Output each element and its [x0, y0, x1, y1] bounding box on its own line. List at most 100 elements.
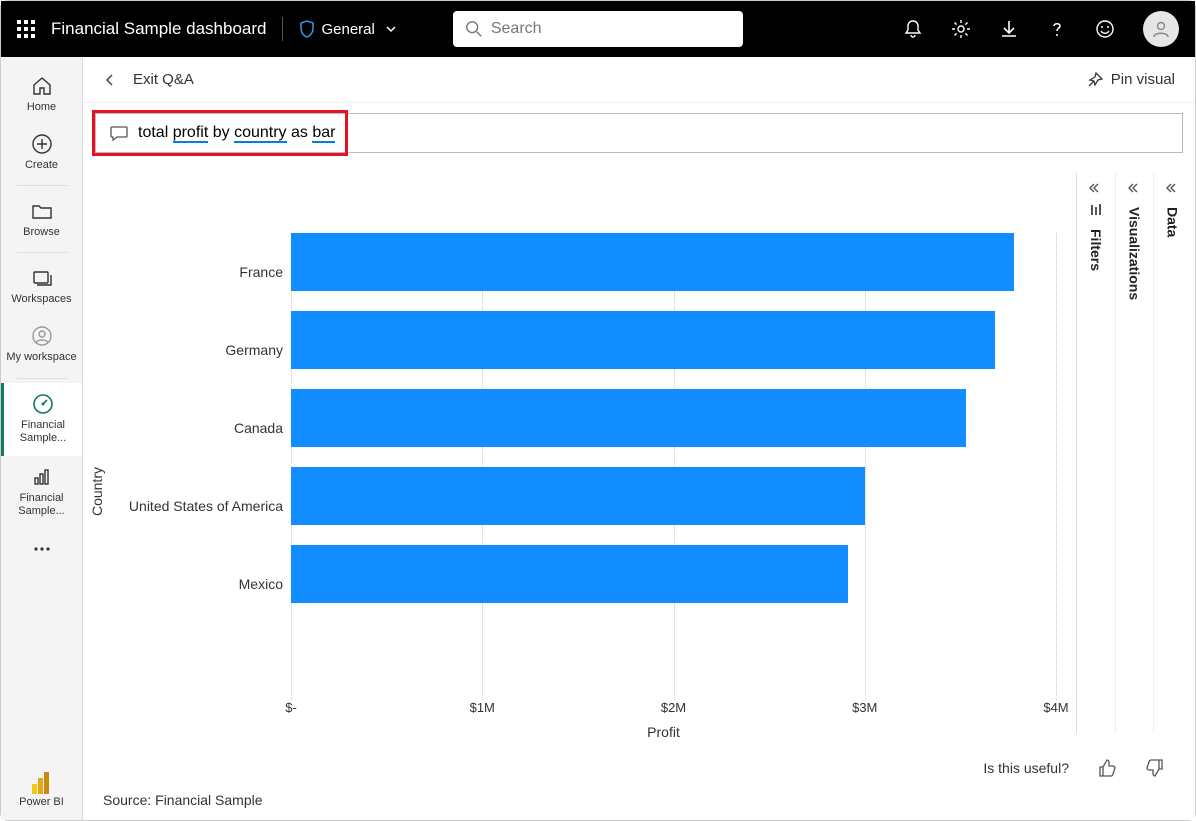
notifications-button[interactable] [903, 19, 923, 39]
chevron-left-icon [103, 73, 117, 87]
category-label: United States of America [111, 467, 291, 545]
brand-label: Power BI [19, 796, 64, 808]
right-panes: Filters Visualizations Data [1076, 173, 1191, 733]
filter-icon [1089, 203, 1103, 217]
category-label: Mexico [111, 545, 291, 623]
nav-dashboard-item[interactable]: Financial Sample... [1, 383, 82, 455]
ellipsis-icon [31, 538, 53, 560]
x-tick-label: $- [285, 700, 297, 715]
workspaces-icon [31, 267, 53, 289]
nav-home[interactable]: Home [1, 65, 82, 123]
bell-icon [903, 19, 923, 39]
pin-icon [1087, 72, 1103, 88]
data-pane[interactable]: Data [1153, 173, 1191, 733]
powerbi-brand[interactable]: Power BI [19, 770, 64, 808]
chevron-down-icon [385, 23, 397, 35]
pane-label: Visualizations [1127, 207, 1143, 300]
topbar-actions [903, 11, 1179, 47]
x-tick-label: $2M [661, 700, 686, 715]
nav-label: Home [27, 101, 56, 113]
search-input[interactable]: Search [453, 11, 743, 47]
main-content: Exit Q&A Pin visual total profit by coun… [83, 57, 1195, 820]
search-icon [465, 20, 483, 38]
bar-chart-icon [31, 466, 53, 488]
person-circle-icon [31, 325, 53, 347]
divider [282, 17, 283, 41]
nav-more[interactable] [1, 528, 82, 570]
nav-label: Financial Sample... [4, 419, 82, 445]
collapse-icon [1166, 181, 1180, 195]
download-icon [999, 19, 1019, 39]
x-tick-label: $1M [470, 700, 495, 715]
account-avatar[interactable] [1143, 11, 1179, 47]
shield-icon [299, 20, 315, 38]
nav-label: My workspace [6, 351, 76, 364]
gauge-icon [32, 393, 54, 415]
nav-label: Create [25, 159, 58, 171]
bar[interactable] [291, 467, 865, 525]
person-icon [1151, 19, 1171, 39]
pane-label: Filters [1088, 229, 1104, 271]
nav-label: Workspaces [11, 293, 71, 305]
nav-my-workspace[interactable]: My workspace [1, 315, 82, 374]
category-label: Canada [111, 389, 291, 467]
bar[interactable] [291, 233, 1014, 291]
plot-area: $-$1M$2M$3M$4M Profit [291, 183, 1056, 740]
nav-browse[interactable]: Browse [1, 190, 82, 248]
chart-visual[interactable]: Country France Germany Canada United Sta… [83, 163, 1076, 750]
thumbs-up-button[interactable] [1097, 758, 1117, 778]
nav-label: Financial Sample... [1, 492, 82, 518]
left-nav: Home Create Browse Workspaces My workspa… [1, 57, 83, 820]
settings-button[interactable] [951, 19, 971, 39]
y-axis-categories: France Germany Canada United States of A… [111, 183, 291, 740]
feedback-row: Is this useful? [83, 750, 1195, 786]
app-topbar: Financial Sample dashboard General Searc… [1, 1, 1195, 57]
bar[interactable] [291, 389, 966, 447]
collapse-icon [1128, 181, 1142, 195]
thumbs-down-icon [1145, 758, 1165, 778]
sensitivity-label: General [321, 21, 374, 38]
download-button[interactable] [999, 19, 1019, 39]
powerbi-icon [32, 770, 50, 794]
pin-visual-button[interactable]: Pin visual [1087, 71, 1175, 88]
x-axis-label: Profit [291, 724, 1036, 740]
x-tick-label: $3M [852, 700, 877, 715]
filters-pane[interactable]: Filters [1077, 173, 1115, 733]
collapse-icon [1089, 181, 1103, 195]
bar[interactable] [291, 311, 995, 369]
nav-report-item[interactable]: Financial Sample... [1, 456, 82, 528]
chat-icon [110, 124, 128, 142]
x-tick-label: $4M [1043, 700, 1068, 715]
create-icon [31, 133, 53, 155]
qna-header: Exit Q&A Pin visual [83, 57, 1195, 103]
sensitivity-dropdown[interactable]: General [299, 20, 396, 38]
pin-label: Pin visual [1111, 71, 1175, 88]
dashboard-title: Financial Sample dashboard [51, 19, 266, 39]
search-placeholder: Search [491, 20, 542, 38]
category-label: France [111, 233, 291, 311]
qna-input[interactable]: total profit by country as bar [95, 113, 1183, 153]
app-launcher-icon[interactable] [17, 20, 35, 38]
smiley-icon [1095, 19, 1115, 39]
pane-label: Data [1165, 207, 1181, 237]
category-label: Germany [111, 311, 291, 389]
exit-qna-label[interactable]: Exit Q&A [133, 71, 194, 88]
help-button[interactable] [1047, 19, 1067, 39]
gear-icon [951, 19, 971, 39]
feedback-question: Is this useful? [983, 760, 1069, 776]
nav-create[interactable]: Create [1, 123, 82, 181]
feedback-button[interactable] [1095, 19, 1115, 39]
folder-icon [31, 200, 53, 222]
y-axis-label: Country [83, 407, 111, 516]
thumbs-up-icon [1097, 758, 1117, 778]
question-icon [1047, 19, 1067, 39]
bar[interactable] [291, 545, 848, 603]
thumbs-down-button[interactable] [1145, 758, 1165, 778]
nav-workspaces[interactable]: Workspaces [1, 257, 82, 315]
source-label: Source: Financial Sample [83, 786, 1195, 820]
qna-query-text: total profit by country as bar [138, 124, 335, 142]
back-button[interactable] [103, 73, 117, 87]
nav-label: Browse [23, 226, 60, 238]
home-icon [31, 75, 53, 97]
visualizations-pane[interactable]: Visualizations [1115, 173, 1153, 733]
